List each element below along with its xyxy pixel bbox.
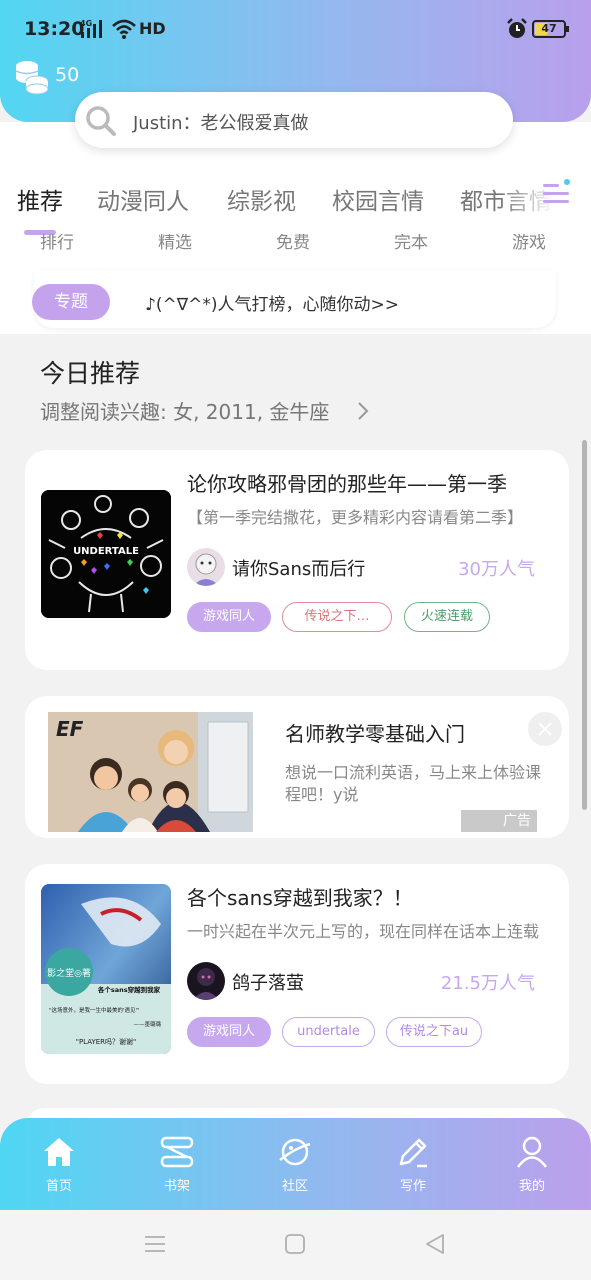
back-icon[interactable]: [423, 1232, 447, 1256]
topic-badge: 专题: [32, 284, 110, 320]
nav-label: 首页: [45, 1179, 72, 1194]
battery-icon: 47: [532, 20, 569, 38]
sub-tab-featured[interactable]: 精选: [158, 234, 192, 250]
network-type: 4G: [80, 19, 92, 28]
sub-tab-ranking[interactable]: 排行: [40, 234, 74, 250]
cover-logo: UNDERTALE: [73, 546, 139, 557]
category-tabs: 推荐 动漫同人 综影视 校园言情 都市言情: [0, 170, 591, 222]
wifi-icon: [112, 19, 136, 39]
sub-tab-free[interactable]: 免费: [276, 234, 310, 250]
menu-icon[interactable]: [143, 1232, 167, 1256]
ad-description: 想说一口流利英语，马上来上体验课程吧！y说: [285, 763, 542, 804]
sub-tab-completed[interactable]: 完本: [394, 234, 428, 250]
close-icon: [538, 722, 552, 736]
topic-text[interactable]: ♪(^∇^*)人气打榜，心随你动>>: [145, 290, 399, 315]
cover-tagline: "PLAYER吗？谢谢": [76, 1037, 137, 1046]
home-icon: [44, 1138, 74, 1166]
nav-write[interactable]: 写作: [373, 1118, 453, 1210]
cover-quote-author: ——墨璐璐: [133, 1020, 161, 1028]
bottom-nav: 首页 书架 社区 写作 我的: [0, 1118, 591, 1210]
bookshelf-icon: [160, 1136, 194, 1168]
popularity-count: 30万人气: [458, 559, 535, 580]
tab-film-tv[interactable]: 综影视: [227, 182, 296, 216]
nav-profile[interactable]: 我的: [492, 1118, 572, 1210]
nav-bookshelf[interactable]: 书架: [137, 1118, 217, 1210]
scrollbar[interactable]: [582, 440, 587, 810]
author-name[interactable]: 鸽子落萤: [232, 969, 304, 995]
nav-label: 社区: [281, 1179, 308, 1194]
nav-label: 我的: [518, 1179, 545, 1194]
popularity-count: 21.5万人气: [440, 973, 535, 994]
ad-label: 广告: [461, 810, 537, 832]
ad-card[interactable]: EF 名师教学零基础入门 想说一口流利英语，马上来上体验课程吧！y说 广告: [25, 696, 569, 838]
book-description: 一时兴起在半次元上写的，现在同样在话本上连载: [187, 922, 540, 941]
section-title: 今日推荐: [40, 359, 141, 388]
search-bar[interactable]: Justin：老公假爱真做: [75, 92, 513, 148]
book-cover[interactable]: 影之堂◎著 各个sans穿越到我家 "这场意外，是我一生中最美的'遇见'" ——…: [41, 884, 171, 1054]
cover-art: 影之堂◎著 各个sans穿越到我家 "这场意外，是我一生中最美的'遇见'" ——…: [41, 884, 171, 1054]
chevron-right-icon[interactable]: [356, 400, 370, 422]
genre-tag[interactable]: 传说之下au: [386, 1017, 482, 1047]
status-tag[interactable]: 火速连载: [404, 602, 490, 632]
tab-campus-romance[interactable]: 校园言情: [332, 182, 424, 216]
hd-indicator: HD: [139, 19, 166, 38]
genre-tag[interactable]: 传说之下…: [282, 602, 392, 632]
book-title[interactable]: 论你攻略邪骨团的那些年——第一季: [187, 468, 507, 497]
category-menu-icon[interactable]: [540, 178, 574, 208]
sub-tab-games[interactable]: 游戏: [512, 234, 546, 250]
close-ad-button[interactable]: [528, 712, 562, 746]
sub-tabs: 排行 精选 免费 完本 游戏: [0, 234, 591, 250]
status-time: 13:20: [24, 18, 85, 40]
ad-photo: EF: [48, 712, 253, 832]
search-query: Justin：老公假爱真做: [133, 113, 309, 134]
avatar[interactable]: [187, 548, 225, 586]
community-planet-icon: [279, 1138, 311, 1166]
alarm-icon: [507, 18, 527, 38]
system-nav-bar: [0, 1210, 591, 1280]
coins-icon[interactable]: [14, 58, 50, 94]
book-cover[interactable]: UNDERTALE: [41, 490, 171, 618]
cover-author: 影之堂◎著: [47, 967, 91, 979]
coins-count: 50: [55, 64, 80, 86]
book-description: 【第一季完结撒花，更多精彩内容请看第二季】: [187, 508, 524, 527]
ad-image[interactable]: EF: [48, 712, 253, 832]
cover-quote: "这场意外，是我一生中最美的'遇见'": [49, 1006, 140, 1014]
tab-anime-fanfic[interactable]: 动漫同人: [97, 182, 189, 216]
nav-label: 写作: [399, 1179, 426, 1194]
tab-recommend[interactable]: 推荐: [17, 182, 63, 216]
pen-icon: [399, 1138, 427, 1168]
genre-tag[interactable]: undertale: [282, 1017, 375, 1047]
status-bar: 13:20 4G HD 47: [0, 0, 591, 60]
ad-logo: EF: [56, 717, 84, 741]
signal-icon: 4G: [80, 19, 102, 38]
nav-community[interactable]: 社区: [255, 1118, 335, 1210]
book-card[interactable]: UNDERTALE 论你攻略邪骨团的那些年——第一季 【第一季完结撒花，更多精彩…: [25, 450, 569, 670]
nav-label: 书架: [163, 1179, 190, 1194]
battery-level: 47: [541, 22, 557, 35]
avatar[interactable]: [187, 962, 225, 1000]
reading-interest-link[interactable]: 调整阅读兴趣: 女, 2011, 金牛座: [40, 396, 329, 425]
genre-tag[interactable]: 游戏同人: [187, 602, 271, 632]
cover-title: 各个sans穿越到我家: [97, 985, 161, 994]
search-icon: [86, 106, 116, 136]
ad-title[interactable]: 名师教学零基础入门: [285, 718, 465, 747]
home-button-icon[interactable]: [283, 1232, 307, 1256]
genre-tag[interactable]: 游戏同人: [187, 1017, 271, 1047]
nav-home[interactable]: 首页: [19, 1118, 99, 1210]
book-card[interactable]: 影之堂◎著 各个sans穿越到我家 "这场意外，是我一生中最美的'遇见'" ——…: [25, 864, 569, 1084]
profile-icon: [516, 1136, 548, 1168]
cover-art: UNDERTALE: [41, 490, 171, 618]
author-name[interactable]: 请你Sans而后行: [232, 555, 365, 581]
book-title[interactable]: 各个sans穿越到我家？！: [187, 882, 413, 911]
